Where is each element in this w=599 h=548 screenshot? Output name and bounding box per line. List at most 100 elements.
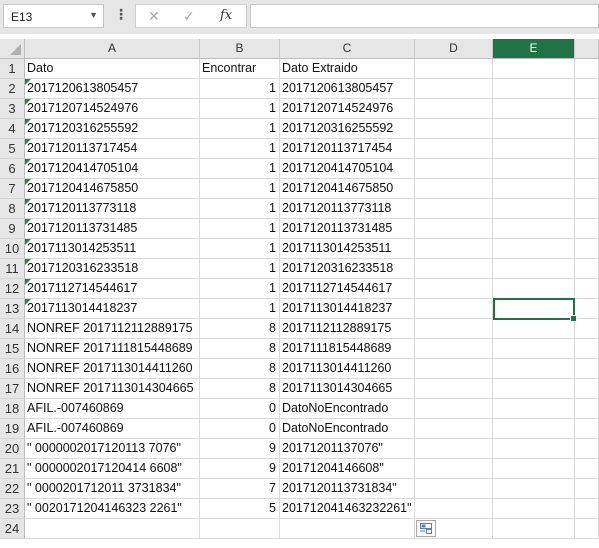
cell-e5[interactable] xyxy=(493,139,575,159)
cell-c3[interactable]: 2017120714524976 xyxy=(280,99,415,119)
cell-b17[interactable]: 8 xyxy=(200,379,280,399)
cell-d2[interactable] xyxy=(415,79,493,99)
cell-d16[interactable] xyxy=(415,359,493,379)
cell-b11[interactable]: 1 xyxy=(200,259,280,279)
row-header[interactable]: 12 xyxy=(0,279,25,299)
cell-a1[interactable]: Dato xyxy=(25,59,200,79)
cell-e14[interactable] xyxy=(493,319,575,339)
error-indicator-icon[interactable] xyxy=(25,119,31,125)
cell-c20[interactable]: 20171201137076" xyxy=(280,439,415,459)
cell-d14[interactable] xyxy=(415,319,493,339)
cell-a10[interactable]: 2017113014253511 xyxy=(25,239,200,259)
cell-b7[interactable]: 1 xyxy=(200,179,280,199)
cell-f11[interactable] xyxy=(575,259,599,279)
cell-f4[interactable] xyxy=(575,119,599,139)
cell-c11[interactable]: 2017120316233518 xyxy=(280,259,415,279)
cell-b12[interactable]: 1 xyxy=(200,279,280,299)
cell-b6[interactable]: 1 xyxy=(200,159,280,179)
cell-c1[interactable]: Dato Extraido xyxy=(280,59,415,79)
more-options-icon[interactable]: ⋮ xyxy=(114,6,128,23)
cell-f21[interactable] xyxy=(575,459,599,479)
cell-f16[interactable] xyxy=(575,359,599,379)
cell-a20[interactable]: " 0000002017120113 7076" xyxy=(25,439,200,459)
cell-e7[interactable] xyxy=(493,179,575,199)
cell-e10[interactable] xyxy=(493,239,575,259)
cell-a11[interactable]: 2017120316233518 xyxy=(25,259,200,279)
row-header[interactable]: 11 xyxy=(0,259,25,279)
cell-f9[interactable] xyxy=(575,219,599,239)
cell-b10[interactable]: 1 xyxy=(200,239,280,259)
cell-a13[interactable]: 2017113014418237 xyxy=(25,299,200,319)
cell-e20[interactable] xyxy=(493,439,575,459)
cell-b24[interactable] xyxy=(200,519,280,539)
formula-input[interactable] xyxy=(250,4,599,28)
error-indicator-icon[interactable] xyxy=(25,79,31,85)
cell-c14[interactable]: 2017112112889175 xyxy=(280,319,415,339)
cell-f8[interactable] xyxy=(575,199,599,219)
cell-f5[interactable] xyxy=(575,139,599,159)
cell-a14[interactable]: NONREF 2017112112889175 xyxy=(25,319,200,339)
cell-f10[interactable] xyxy=(575,239,599,259)
cell-a16[interactable]: NONREF 2017113014411260 xyxy=(25,359,200,379)
cell-f17[interactable] xyxy=(575,379,599,399)
cell-f19[interactable] xyxy=(575,419,599,439)
cell-e6[interactable] xyxy=(493,159,575,179)
cell-d15[interactable] xyxy=(415,339,493,359)
cell-f13[interactable] xyxy=(575,299,599,319)
error-indicator-icon[interactable] xyxy=(25,99,31,105)
cell-f12[interactable] xyxy=(575,279,599,299)
error-indicator-icon[interactable] xyxy=(25,239,31,245)
row-header[interactable]: 17 xyxy=(0,379,25,399)
cell-c18[interactable]: DatoNoEncontrado xyxy=(280,399,415,419)
row-header[interactable]: 4 xyxy=(0,119,25,139)
cell-d9[interactable] xyxy=(415,219,493,239)
cell-d17[interactable] xyxy=(415,379,493,399)
insert-function-icon[interactable]: fx xyxy=(220,8,232,23)
cell-f20[interactable] xyxy=(575,439,599,459)
cell-a6[interactable]: 2017120414705104 xyxy=(25,159,200,179)
name-box[interactable]: E13 ▼ xyxy=(3,4,104,28)
cell-e2[interactable] xyxy=(493,79,575,99)
cell-d8[interactable] xyxy=(415,199,493,219)
cell-e3[interactable] xyxy=(493,99,575,119)
error-indicator-icon[interactable] xyxy=(25,259,31,265)
cell-a24[interactable] xyxy=(25,519,200,539)
cell-f1[interactable] xyxy=(575,59,599,79)
row-header[interactable]: 18 xyxy=(0,399,25,419)
cell-a21[interactable]: " 0000002017120414 6608" xyxy=(25,459,200,479)
row-header[interactable]: 16 xyxy=(0,359,25,379)
error-indicator-icon[interactable] xyxy=(25,199,31,205)
cell-e24[interactable] xyxy=(493,519,575,539)
row-header[interactable]: 5 xyxy=(0,139,25,159)
cell-d1[interactable] xyxy=(415,59,493,79)
column-header-c[interactable]: C xyxy=(280,39,415,59)
cancel-icon[interactable]: ✕ xyxy=(148,8,160,25)
cell-d22[interactable] xyxy=(415,479,493,499)
error-indicator-icon[interactable] xyxy=(25,279,31,285)
cell-b13[interactable]: 1 xyxy=(200,299,280,319)
row-header[interactable]: 20 xyxy=(0,439,25,459)
row-header[interactable]: 10 xyxy=(0,239,25,259)
cell-a4[interactable]: 2017120316255592 xyxy=(25,119,200,139)
cell-c19[interactable]: DatoNoEncontrado xyxy=(280,419,415,439)
cell-c8[interactable]: 2017120113773118 xyxy=(280,199,415,219)
cell-f3[interactable] xyxy=(575,99,599,119)
error-indicator-icon[interactable] xyxy=(25,219,31,225)
row-header[interactable]: 9 xyxy=(0,219,25,239)
cell-d20[interactable] xyxy=(415,439,493,459)
cell-e1[interactable] xyxy=(493,59,575,79)
cell-f2[interactable] xyxy=(575,79,599,99)
cell-d19[interactable] xyxy=(415,419,493,439)
cell-f24[interactable] xyxy=(575,519,599,539)
row-header[interactable]: 23 xyxy=(0,499,25,519)
cell-a19[interactable]: AFIL.-007460869 xyxy=(25,419,200,439)
cell-d4[interactable] xyxy=(415,119,493,139)
chevron-down-icon[interactable]: ▼ xyxy=(89,10,98,20)
cell-a5[interactable]: 2017120113717454 xyxy=(25,139,200,159)
cell-a9[interactable]: 2017120113731485 xyxy=(25,219,200,239)
cell-a18[interactable]: AFIL.-007460869 xyxy=(25,399,200,419)
row-header[interactable]: 14 xyxy=(0,319,25,339)
column-header-f[interactable] xyxy=(575,39,599,59)
column-header-e[interactable]: E xyxy=(493,39,575,59)
cell-c5[interactable]: 2017120113717454 xyxy=(280,139,415,159)
